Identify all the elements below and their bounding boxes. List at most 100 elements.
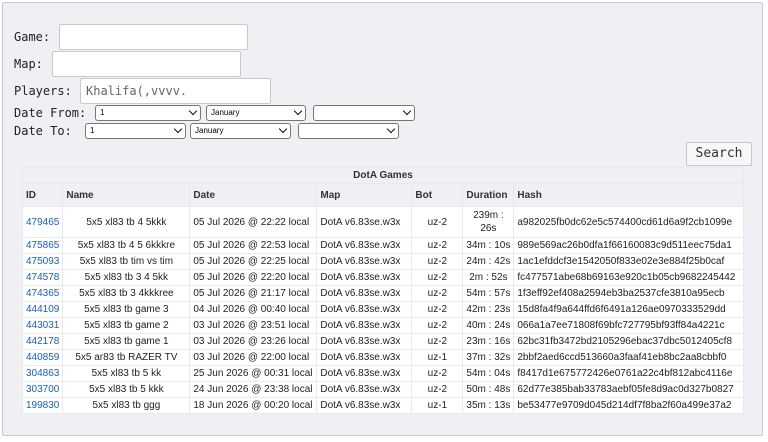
search-button[interactable]: Search (686, 142, 752, 166)
game-id-link[interactable]: 475865 (26, 240, 59, 251)
map-label: Map: (14, 57, 43, 71)
col-header-map: Map (317, 184, 412, 206)
map-input[interactable] (52, 51, 241, 77)
id-cell: 303700 (23, 382, 63, 397)
map-cell: DotA v6.83se.w3x (317, 318, 412, 333)
hash-cell: 62bc31fb3472bd2105296ebac37dbc5012405cf8 (514, 334, 743, 349)
id-cell: 479465 (23, 207, 63, 237)
id-cell: 474365 (23, 286, 63, 301)
chevron-down-icon (293, 106, 303, 116)
date-cell: 24 Jun 2026 @ 23:38 local (190, 382, 317, 397)
date-from-month-value: January (211, 108, 240, 117)
map-cell: DotA v6.83se.w3x (317, 254, 412, 269)
game-id-link[interactable]: 444109 (26, 304, 59, 315)
map-cell: DotA v6.83se.w3x (317, 334, 412, 349)
name-cell: 5x5 xl83 tb 4 5 6kkkre (63, 238, 190, 253)
hash-cell: 1ac1efddcf3e1542050f833e02e3e884f25b0caf (514, 254, 743, 269)
date-to-month-select[interactable]: January (190, 123, 291, 139)
bot-cell: uz-2 (412, 238, 463, 253)
name-cell: 5x5 xl83 tb 5 kkk (63, 382, 190, 397)
game-id-link[interactable]: 199830 (26, 400, 59, 411)
map-cell: DotA v6.83se.w3x (317, 286, 412, 301)
game-id-link[interactable]: 479465 (26, 217, 59, 228)
table-row: 443031 5x5 xl83 tb game 2 03 Jul 2026 @ 23… (23, 318, 743, 333)
col-header-id: ID (23, 184, 63, 206)
table-row: 303700 5x5 xl83 tb 5 kkk 24 Jun 2026 @ 23:… (23, 382, 743, 397)
table-row: 479465 5x5 xl83 tb 4 5kkk 05 Jul 2026 @ 22… (23, 207, 743, 237)
col-header-hash: Hash (514, 184, 743, 206)
bot-cell: uz-2 (412, 366, 463, 381)
game-id-link[interactable]: 303700 (26, 384, 59, 395)
game-id-link[interactable]: 440859 (26, 352, 59, 363)
hash-cell: 1f3eff92ef408a2594eb3ba2537cfe3810a95ecb (514, 286, 743, 301)
game-id-link[interactable]: 442178 (26, 336, 59, 347)
table-caption: DotA Games (23, 168, 743, 183)
name-cell: 5x5 ar83 tb RAZER TV (63, 350, 190, 365)
table-row: 474578 5x5 xl83 tb 3 4 5kk 05 Jul 2026 @ 2… (23, 270, 743, 285)
date-from-year-select[interactable] (313, 105, 415, 121)
name-cell: 5x5 xl83 tb 4 5kkk (63, 207, 190, 237)
duration-cell: 24m : 42s (463, 254, 514, 269)
id-cell: 199830 (23, 398, 63, 413)
duration-cell: 50m : 48s (463, 382, 514, 397)
col-header-bot: Bot (412, 184, 463, 206)
date-to-day-select[interactable]: 1 (85, 123, 186, 139)
date-cell: 04 Jul 2026 @ 00:40 local (190, 302, 317, 317)
table-row: 475093 5x5 xl83 tb tim vs tim 05 Jul 2026 … (23, 254, 743, 269)
duration-cell: 37m : 32s (463, 350, 514, 365)
game-id-link[interactable]: 474365 (26, 288, 59, 299)
game-id-link[interactable]: 443031 (26, 320, 59, 331)
name-cell: 5x5 xl83 tb game 2 (63, 318, 190, 333)
players-input[interactable]: Khalifa(,vvvv. (80, 78, 271, 104)
name-cell: 5x5 xl83 tb 5 kk (63, 366, 190, 381)
name-cell: 5x5 xl83 tb 3 4 5kk (63, 270, 190, 285)
duration-cell: 40m : 24s (463, 318, 514, 333)
date-cell: 05 Jul 2026 @ 22:25 local (190, 254, 317, 269)
chevron-down-icon (402, 106, 412, 116)
date-cell: 03 Jul 2026 @ 22:00 local (190, 350, 317, 365)
hash-cell: 15d8fa4f9a644ffd6f6491a126ae0970333529dd (514, 302, 743, 317)
chevron-down-icon (188, 106, 198, 116)
name-cell: 5x5 xl83 tb ggg (63, 398, 190, 413)
table-row: 475865 5x5 xl83 tb 4 5 6kkkre 05 Jul 2026 … (23, 238, 743, 253)
name-cell: 5x5 xl83 tb game 3 (63, 302, 190, 317)
name-cell: 5x5 xl83 tb game 1 (63, 334, 190, 349)
bot-cell: uz-1 (412, 350, 463, 365)
bot-cell: uz-2 (412, 270, 463, 285)
game-label: Game: (14, 30, 51, 44)
table-row: 304863 5x5 xl83 tb 5 kk 25 Jun 2026 @ 00:3… (23, 366, 743, 381)
date-cell: 03 Jul 2026 @ 23:26 local (190, 334, 317, 349)
bot-cell: uz-2 (412, 207, 463, 237)
duration-cell: 2m : 52s (463, 270, 514, 285)
bot-cell: uz-1 (412, 398, 463, 413)
id-cell: 304863 (23, 366, 63, 381)
game-id-link[interactable]: 474578 (26, 272, 59, 283)
date-from-month-select[interactable]: January (206, 105, 306, 121)
bot-cell: uz-2 (412, 254, 463, 269)
chevron-down-icon (386, 124, 396, 134)
date-from-day-value: 1 (100, 108, 105, 117)
date-to-year-select[interactable] (298, 123, 399, 139)
date-from-day-select[interactable]: 1 (95, 105, 201, 121)
duration-cell: 34m : 10s (463, 238, 514, 253)
game-input[interactable] (59, 24, 248, 50)
map-cell: DotA v6.83se.w3x (317, 207, 412, 237)
game-id-link[interactable]: 304863 (26, 368, 59, 379)
table-row: 440859 5x5 ar83 tb RAZER TV 03 Jul 2026 @ … (23, 350, 743, 365)
duration-cell: 23m : 16s (463, 334, 514, 349)
date-to-day-value: 1 (90, 126, 95, 135)
col-header-duration: Duration (463, 184, 514, 206)
date-cell: 05 Jul 2026 @ 22:22 local (190, 207, 317, 237)
duration-cell: 54m : 57s (463, 286, 514, 301)
date-cell: 25 Jun 2026 @ 00:31 local (190, 366, 317, 381)
date-cell: 05 Jul 2026 @ 21:17 local (190, 286, 317, 301)
id-cell: 442178 (23, 334, 63, 349)
game-id-link[interactable]: 475093 (26, 256, 59, 267)
date-to-month-value: January (195, 126, 224, 135)
id-cell: 475093 (23, 254, 63, 269)
date-cell: 05 Jul 2026 @ 22:53 local (190, 238, 317, 253)
games-table: DotA Games ID Name Date Map Bot Duration… (22, 167, 744, 414)
date-cell: 03 Jul 2026 @ 23:51 local (190, 318, 317, 333)
date-cell: 05 Jul 2026 @ 22:20 local (190, 270, 317, 285)
duration-cell: 54m : 04s (463, 366, 514, 381)
